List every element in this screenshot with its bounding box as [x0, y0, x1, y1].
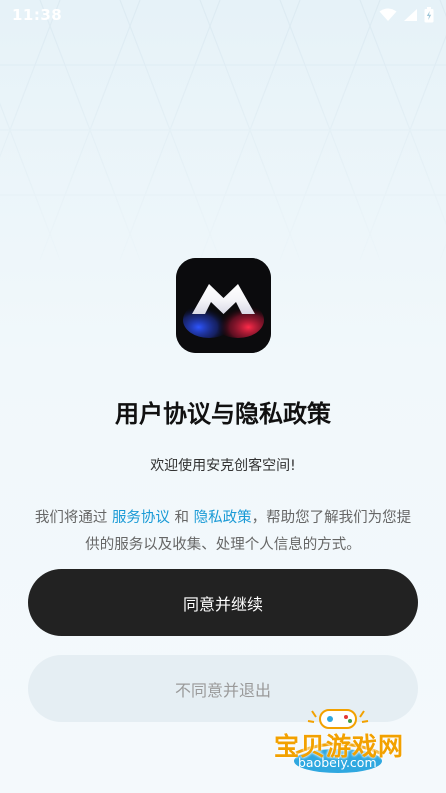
signal-icon [404, 9, 417, 21]
service-agreement-link[interactable]: 服务协议 [112, 510, 170, 526]
agree-continue-button[interactable]: 同意并继续 [28, 569, 418, 636]
wifi-icon [379, 8, 397, 21]
app-logo [176, 258, 271, 353]
gamepad-icon [319, 709, 357, 729]
status-icons [379, 7, 434, 23]
agreement-prefix: 我们将通过 [34, 510, 108, 526]
watermark-url: baobeiy.com [298, 755, 377, 770]
privacy-policy-link[interactable]: 隐私政策 [194, 510, 252, 526]
status-time: 11:38 [12, 6, 63, 24]
welcome-text: 欢迎使用安克创客空间! [150, 458, 296, 474]
background-pattern [0, 0, 446, 261]
watermark: 宝贝游戏网 baobeiy.com [268, 705, 418, 785]
battery-charging-icon [424, 7, 434, 23]
agreement-and: 和 [174, 510, 190, 526]
status-bar: 11:38 [0, 0, 446, 30]
app-logo-icon [176, 258, 271, 353]
agreement-text: 我们将通过 服务协议 和 隐私政策，帮助您了解我们为您提供的服务以及收集、处理个… [28, 505, 418, 559]
dialog-title: 用户协议与隐私政策 [115, 400, 331, 428]
